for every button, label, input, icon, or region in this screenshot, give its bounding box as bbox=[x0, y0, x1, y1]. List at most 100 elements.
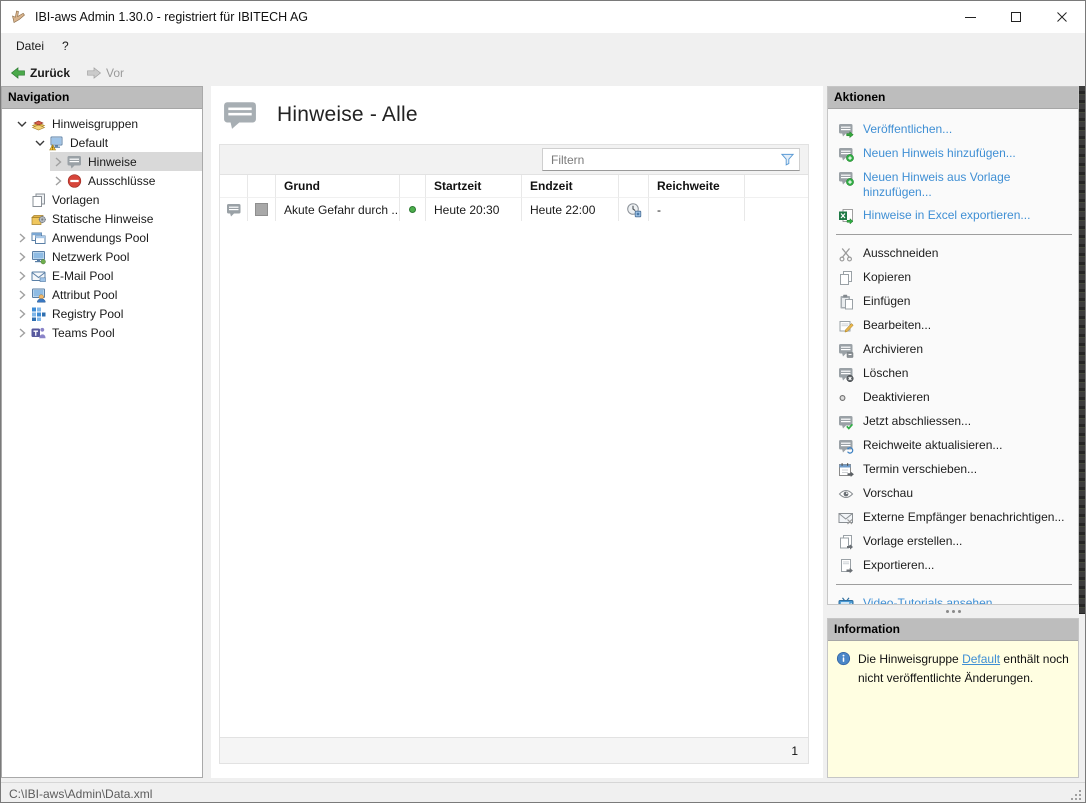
cell-color bbox=[248, 198, 276, 221]
actions-header: Aktionen bbox=[828, 87, 1078, 109]
window-controls bbox=[947, 1, 1085, 33]
action-neuen-hinweis-hinzufuegen[interactable]: Neuen Hinweis hinzufügen... bbox=[834, 142, 1074, 166]
action-vorlage-erstellen[interactable]: Vorlage erstellen... bbox=[834, 530, 1074, 554]
actions-separator bbox=[836, 584, 1072, 585]
information-message: Die Hinweisgruppe Default enthält noch n… bbox=[858, 650, 1070, 687]
chevron-right-icon[interactable] bbox=[14, 249, 30, 265]
action-loeschen[interactable]: Löschen bbox=[834, 362, 1074, 386]
hinweisgruppen-icon bbox=[30, 116, 47, 132]
action-excel-export[interactable]: Hinweise in Excel exportieren... bbox=[834, 204, 1074, 228]
anwendungs-pool-icon bbox=[30, 230, 47, 246]
action-deaktivieren[interactable]: Deaktivieren bbox=[834, 386, 1074, 410]
cell-grund: Akute Gefahr durch ... bbox=[276, 198, 400, 221]
navigation-header: Navigation bbox=[2, 87, 202, 109]
action-veroeffentlichen[interactable]: Veröffentlichen... bbox=[834, 118, 1074, 142]
filter-input[interactable] bbox=[542, 148, 800, 171]
action-vorschau[interactable]: Vorschau bbox=[834, 482, 1074, 506]
minimize-button[interactable] bbox=[947, 1, 993, 33]
navigation-tree: Hinweisgruppen Default Hinweise Ausschlü… bbox=[2, 109, 202, 777]
column-startzeit[interactable]: Startzeit bbox=[426, 175, 522, 198]
email-pool-icon bbox=[30, 268, 47, 284]
cell-startzeit: Heute 20:30 bbox=[426, 198, 522, 221]
action-externe-empfaenger[interactable]: Externe Empfänger benachrichtigen... bbox=[834, 506, 1074, 530]
vorlagen-icon bbox=[30, 192, 47, 208]
maximize-button[interactable] bbox=[993, 1, 1039, 33]
netzwerk-pool-icon bbox=[30, 249, 47, 265]
notify-envelope-icon bbox=[838, 510, 854, 526]
hinweise-table: Grund Startzeit Endzeit Reichweite Akute… bbox=[219, 144, 809, 764]
navigation-panel: Navigation Hinweisgruppen Default Hinwei… bbox=[1, 86, 203, 778]
information-body: Die Hinweisgruppe Default enthält noch n… bbox=[828, 641, 1078, 777]
chevron-right-icon[interactable] bbox=[50, 154, 66, 170]
cell-endzeit: Heute 22:00 bbox=[522, 198, 619, 221]
resize-grip[interactable] bbox=[1069, 788, 1081, 800]
tree-item-hinweisgruppen[interactable]: Hinweisgruppen bbox=[2, 114, 202, 133]
tree-item-default[interactable]: Default bbox=[2, 133, 202, 152]
chevron-down-icon[interactable] bbox=[32, 135, 48, 151]
desktop-edge-strip bbox=[1079, 86, 1086, 614]
action-archivieren[interactable]: Archivieren bbox=[834, 338, 1074, 362]
row-count: 1 bbox=[791, 744, 798, 758]
close-icon bbox=[1056, 11, 1068, 23]
hinweis-bubble-icon bbox=[226, 202, 242, 218]
cell-status bbox=[400, 198, 426, 221]
tree-item-vorlagen[interactable]: Vorlagen bbox=[2, 190, 202, 209]
tree-item-statische-hinweise[interactable]: Statische Hinweise bbox=[2, 209, 202, 228]
filter-funnel-icon[interactable] bbox=[780, 152, 795, 167]
back-button[interactable]: Zurück bbox=[7, 63, 73, 83]
table-header: Grund Startzeit Endzeit Reichweite bbox=[220, 175, 808, 198]
action-ausschneiden[interactable]: Ausschneiden bbox=[834, 242, 1074, 266]
action-kopieren[interactable]: Kopieren bbox=[834, 266, 1074, 290]
forward-button[interactable]: Vor bbox=[83, 63, 127, 83]
action-reichweite-aktualisieren[interactable]: Reichweite aktualisieren... bbox=[834, 434, 1074, 458]
refresh-reach-icon bbox=[838, 438, 854, 454]
status-bar: C:\IBI-aws\Admin\Data.xml bbox=[1, 782, 1085, 803]
chevron-down-icon[interactable] bbox=[14, 116, 30, 132]
column-color[interactable] bbox=[248, 175, 276, 198]
column-status[interactable] bbox=[400, 175, 426, 198]
tree-item-anwendungs-pool[interactable]: Anwendungs Pool bbox=[2, 228, 202, 247]
tree-item-email-pool[interactable]: E-Mail Pool bbox=[2, 266, 202, 285]
column-grund[interactable]: Grund bbox=[276, 175, 400, 198]
menu-datei[interactable]: Datei bbox=[7, 35, 53, 57]
chevron-right-icon[interactable] bbox=[14, 230, 30, 246]
tree-item-teams-pool[interactable]: Teams Pool bbox=[2, 323, 202, 342]
chevron-right-icon[interactable] bbox=[14, 325, 30, 341]
column-endzeit[interactable]: Endzeit bbox=[522, 175, 619, 198]
preview-eye-icon bbox=[838, 486, 854, 502]
action-video-tutorials[interactable]: Video-Tutorials ansehen... bbox=[834, 592, 1074, 604]
column-reichweite[interactable]: Reichweite bbox=[649, 175, 745, 198]
tree-item-netzwerk-pool[interactable]: Netzwerk Pool bbox=[2, 247, 202, 266]
tree-item-hinweise[interactable]: Hinweise bbox=[2, 152, 202, 171]
edit-icon bbox=[838, 318, 854, 334]
ausschluesse-icon bbox=[66, 173, 83, 189]
chevron-right-icon[interactable] bbox=[14, 306, 30, 322]
panel-splitter[interactable] bbox=[827, 605, 1079, 618]
column-reach-icon[interactable] bbox=[619, 175, 649, 198]
action-exportieren[interactable]: Exportieren... bbox=[834, 554, 1074, 578]
complete-now-icon bbox=[838, 414, 854, 430]
close-button[interactable] bbox=[1039, 1, 1085, 33]
chevron-right-icon[interactable] bbox=[50, 173, 66, 189]
menu-help[interactable]: ? bbox=[53, 35, 78, 57]
action-jetzt-abschliessen[interactable]: Jetzt abschliessen... bbox=[834, 410, 1074, 434]
registry-pool-icon bbox=[30, 306, 47, 322]
column-hint-icon[interactable] bbox=[220, 175, 248, 198]
action-bearbeiten[interactable]: Bearbeiten... bbox=[834, 314, 1074, 338]
default-group-link[interactable]: Default bbox=[962, 652, 1000, 666]
tree-item-registry-pool[interactable]: Registry Pool bbox=[2, 304, 202, 323]
tree-item-ausschluesse[interactable]: Ausschlüsse bbox=[2, 171, 202, 190]
chevron-right-icon[interactable] bbox=[14, 268, 30, 284]
statische-hinweise-icon bbox=[30, 211, 47, 227]
app-icon bbox=[11, 9, 27, 25]
action-einfuegen[interactable]: Einfügen bbox=[834, 290, 1074, 314]
tree-item-attribut-pool[interactable]: Attribut Pool bbox=[2, 285, 202, 304]
action-termin-verschieben[interactable]: Termin verschieben... bbox=[834, 458, 1074, 482]
cell-hint-icon bbox=[220, 198, 248, 221]
menu-bar: Datei ? bbox=[1, 33, 1085, 59]
delete-icon bbox=[838, 366, 854, 382]
action-hinweis-aus-vorlage[interactable]: Neuen Hinweis aus Vorlage hinzufügen... bbox=[834, 166, 1074, 204]
chevron-right-icon[interactable] bbox=[14, 287, 30, 303]
cell-reach-icon bbox=[619, 198, 649, 221]
table-row[interactable]: Akute Gefahr durch ... Heute 20:30 Heute… bbox=[220, 198, 808, 221]
